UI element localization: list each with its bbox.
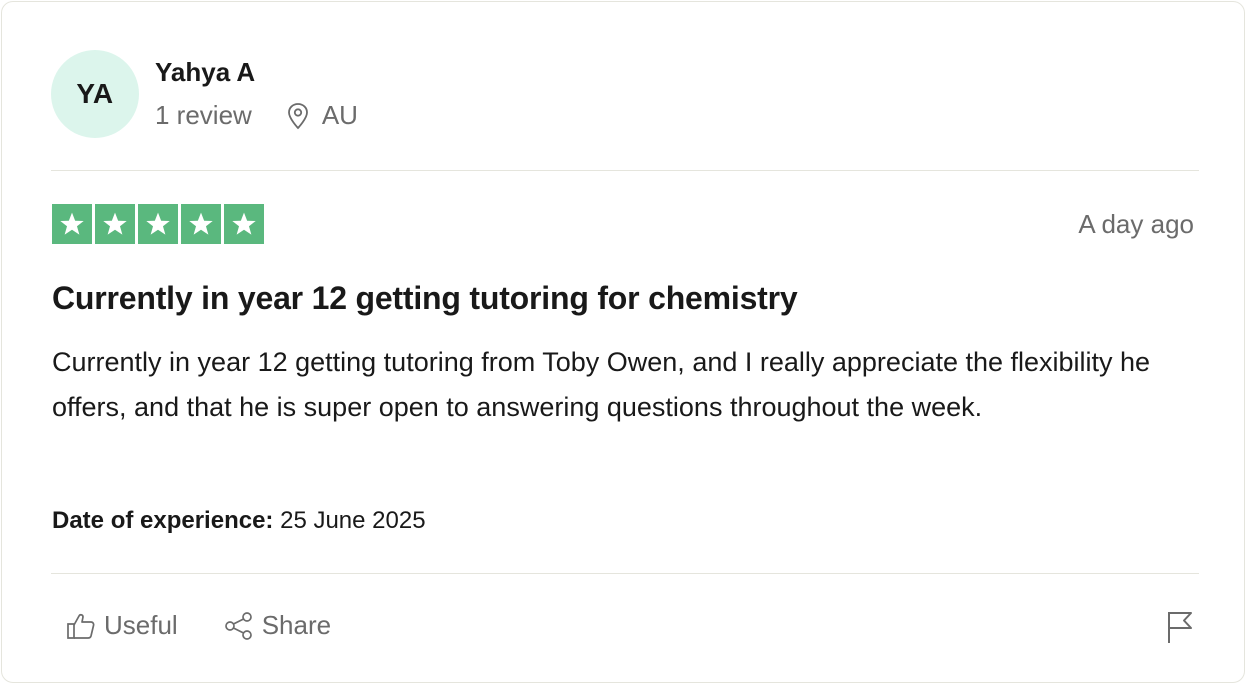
date-of-experience-label: Date of experience: (52, 507, 274, 534)
useful-button[interactable]: Useful (66, 610, 178, 641)
share-icon (224, 611, 252, 640)
star (95, 204, 135, 244)
location-text: AU (321, 100, 358, 130)
review-card: YA Yahya A 1 review AU A day ago Current… (1, 1, 1245, 683)
star-icon (189, 212, 213, 235)
star-icon (232, 212, 256, 235)
date-of-experience: Date of experience: 25 June 2025 (52, 507, 426, 535)
star-rating (52, 204, 267, 244)
star (52, 204, 92, 244)
report-button[interactable] (1166, 610, 1194, 649)
review-actions: Useful Share (66, 610, 377, 641)
star (181, 204, 221, 244)
star-icon (60, 212, 84, 235)
review-count: 1 review (155, 100, 252, 130)
star-icon (146, 212, 170, 235)
star-icon (103, 212, 127, 235)
star (224, 204, 264, 244)
reviewer-meta: 1 review AU (155, 100, 358, 131)
review-body: Currently in year 12 getting tutoring fr… (52, 347, 1151, 422)
avatar-initials: YA (76, 78, 114, 109)
share-label: Share (261, 610, 332, 640)
flag-icon (1168, 612, 1192, 643)
useful-label: Useful (104, 610, 178, 640)
reviewer-name[interactable]: Yahya A (155, 57, 255, 88)
header-divider (51, 170, 1199, 171)
date-of-experience-value: 25 June 2025 (280, 507, 426, 534)
share-button[interactable]: Share (224, 610, 331, 641)
reviewer-location: AU (286, 100, 358, 131)
thumbs-up-icon (67, 613, 95, 639)
star (138, 204, 178, 244)
review-title[interactable]: Currently in year 12 getting tutoring fo… (52, 280, 798, 317)
avatar[interactable]: YA (51, 50, 139, 138)
footer-divider (51, 573, 1199, 574)
review-date: A day ago (1078, 209, 1194, 239)
location-pin-icon (287, 102, 308, 129)
